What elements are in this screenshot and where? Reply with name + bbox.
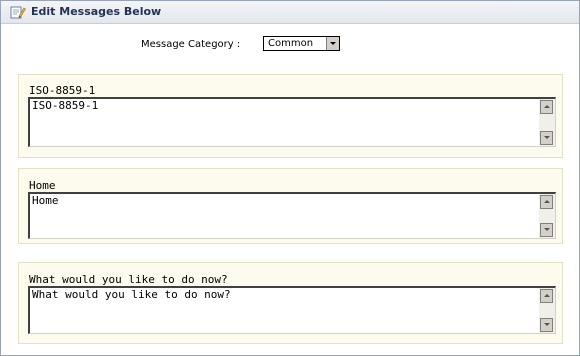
scrollbar-2[interactable]	[539, 194, 555, 238]
scroll-down-icon[interactable]	[540, 223, 553, 237]
message-block-1: ISO-8859-1 ISO-8859-1	[18, 74, 563, 158]
message-text-3: What would you like to do now?	[32, 288, 231, 301]
message-textarea-3[interactable]: What would you like to do now?	[28, 286, 556, 334]
panel-header: Edit Messages Below	[1, 1, 579, 24]
scroll-up-icon[interactable]	[540, 100, 553, 114]
message-textarea-1[interactable]: ISO-8859-1	[28, 97, 556, 147]
message-text-2: Home	[32, 194, 59, 207]
chevron-down-icon[interactable]	[326, 37, 339, 50]
scroll-up-icon[interactable]	[540, 195, 553, 209]
message-text-1: ISO-8859-1	[32, 99, 99, 112]
scrollbar-1[interactable]	[539, 99, 555, 146]
message-category-label: Message Category :	[141, 39, 241, 50]
message-label-3: What would you like to do now?	[29, 273, 228, 286]
message-category-value: Common	[268, 38, 314, 49]
panel-title: Edit Messages Below	[31, 5, 162, 18]
message-block-2: Home Home	[18, 168, 563, 244]
message-label-1: ISO-8859-1	[29, 84, 96, 97]
message-textarea-2[interactable]: Home	[28, 192, 556, 239]
scroll-down-icon[interactable]	[540, 131, 553, 145]
scrollbar-3[interactable]	[539, 288, 555, 333]
edit-pencil-icon	[10, 4, 26, 20]
message-label-2: Home	[29, 179, 56, 192]
message-block-3: What would you like to do now? What woul…	[18, 262, 563, 344]
edit-messages-panel: Edit Messages Below Message Category : C…	[0, 0, 580, 356]
message-category-select[interactable]: Common	[263, 36, 340, 51]
scroll-up-icon[interactable]	[540, 289, 553, 303]
scroll-down-icon[interactable]	[540, 318, 553, 332]
